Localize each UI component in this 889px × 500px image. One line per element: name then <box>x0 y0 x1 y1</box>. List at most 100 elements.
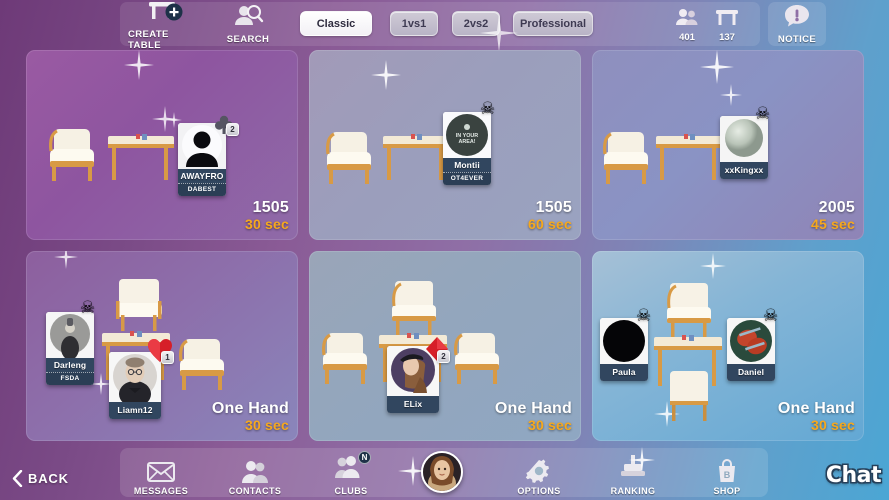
clubs-badge: N <box>358 451 371 464</box>
back-button[interactable]: BACK <box>12 470 69 487</box>
nav-contacts[interactable]: CONTACTS <box>226 460 284 496</box>
player-seat-badge: 2 <box>226 123 239 136</box>
skull-icon: ☠ <box>480 99 496 118</box>
top-bar: CREATE TABLE SEARCH Classic 1vs1 2vs2 Pr… <box>0 0 889 52</box>
player-card[interactable]: Paula ☠ <box>600 307 651 381</box>
chair <box>454 333 499 384</box>
envelope-icon <box>147 462 175 482</box>
table-mode: One Hand <box>494 400 572 418</box>
chair <box>179 339 224 390</box>
table <box>656 134 722 180</box>
podium-icon <box>621 455 645 476</box>
create-table-label: CREATE TABLE <box>128 28 169 51</box>
sparkle-decoration <box>371 60 401 90</box>
nav-ranking[interactable]: RANKING <box>604 447 662 496</box>
table-info: One Hand 30 sec <box>495 400 572 434</box>
sparkle-decoration <box>152 106 178 132</box>
player-club: DABEST <box>178 183 226 196</box>
player-club: OT4EVER <box>443 172 491 185</box>
filter-1vs1[interactable]: 1vs1 <box>390 11 438 36</box>
player-card[interactable]: AWAYFRO DABEST 2 <box>178 115 239 196</box>
tables-grid: AWAYFRO DABEST 2 1505 30 sec IN YOUR ARE… <box>26 50 864 445</box>
online-players-counter: 401 <box>675 8 699 43</box>
table-mode: 1505 <box>535 199 572 217</box>
player-name: ELix <box>387 396 439 413</box>
nav-messages-label: MESSAGES <box>133 486 189 496</box>
table-plus-icon <box>144 0 186 29</box>
filter-classic[interactable]: Classic <box>300 11 372 36</box>
chair <box>670 371 708 421</box>
player-seat-badge: 2 <box>437 350 450 363</box>
nav-options[interactable]: OPTIONS <box>510 458 568 496</box>
player-name: Liamn12 <box>109 402 161 419</box>
player-card[interactable]: IN YOUR AREA! Montii OT4EVER ☠ <box>443 100 495 185</box>
table-info: 2005 45 sec <box>811 199 855 233</box>
nav-clubs[interactable]: N CLUBS <box>322 451 380 496</box>
nav-contacts-label: CONTACTS <box>228 486 282 496</box>
player-card[interactable]: Darleng FSDA ☠ <box>46 299 95 385</box>
filter-professional[interactable]: Professional <box>513 11 593 36</box>
sparkle-decoration <box>700 253 726 279</box>
nav-shop[interactable]: B SHOP <box>698 458 756 496</box>
notice-label: NOTICE <box>777 34 817 45</box>
table-info: One Hand 30 sec <box>778 400 855 434</box>
player-card[interactable]: Daniel ☠ <box>727 307 778 381</box>
table-time: 60 sec <box>527 216 572 233</box>
nav-messages[interactable]: MESSAGES <box>132 460 190 496</box>
table-time: 30 sec <box>527 417 572 434</box>
player-name: Paula <box>600 364 648 381</box>
table-info: 1505 60 sec <box>528 199 572 233</box>
search-label: SEARCH <box>226 34 270 45</box>
chair <box>116 279 162 331</box>
table-icon <box>714 8 740 31</box>
profile-avatar[interactable] <box>421 451 463 493</box>
table-card[interactable]: AWAYFRO DABEST 2 1505 30 sec <box>26 50 298 240</box>
chevron-left-icon <box>12 470 23 487</box>
sparkle-decoration <box>700 50 734 84</box>
player-card[interactable]: xxKingxx ☠ <box>720 105 770 179</box>
table-time: 30 sec <box>244 216 289 233</box>
skull-icon: ☠ <box>80 298 96 317</box>
player-card[interactable]: ELix 2 <box>387 337 450 413</box>
table <box>108 134 174 180</box>
player-name: Montii <box>443 158 491 172</box>
svg-text:AREA!: AREA! <box>458 139 475 145</box>
top-bar-panel <box>120 2 760 46</box>
sparkle-decoration <box>124 50 154 80</box>
sparkle-decoration <box>720 84 742 106</box>
people-icon <box>242 461 268 483</box>
chat-button[interactable]: Chat <box>825 463 882 488</box>
skull-icon: ☠ <box>755 104 771 123</box>
chair <box>322 333 367 384</box>
create-table-button[interactable]: CREATE TABLE <box>128 0 202 51</box>
skull-icon: ☠ <box>763 306 779 325</box>
player-avatar: IN YOUR AREA! <box>443 112 491 158</box>
filter-2vs2[interactable]: 2vs2 <box>452 11 500 36</box>
table-time: 30 sec <box>244 417 289 434</box>
table-card[interactable]: Darleng FSDA ☠ Liamn12 1 One Hand 30 sec <box>26 251 298 441</box>
chair <box>49 129 94 181</box>
player-club: FSDA <box>46 372 94 385</box>
chair <box>667 283 711 337</box>
table-card[interactable]: Paula ☠ Daniel ☠ One Hand 30 sec <box>592 251 864 441</box>
table-card[interactable]: xxKingxx ☠ 2005 45 sec <box>592 50 864 240</box>
search-button[interactable]: SEARCH <box>220 3 276 45</box>
chat-label: Chat <box>825 463 882 488</box>
nav-clubs-label: CLUBS <box>334 486 368 496</box>
open-tables-counter: 137 <box>714 8 740 43</box>
table-time: 45 sec <box>810 216 855 233</box>
bottom-bar: BACK MESSAGES CONTACTS N CLUBS OPTIONS R… <box>0 445 889 500</box>
notice-button[interactable]: NOTICE <box>772 3 822 45</box>
open-tables-count: 137 <box>719 32 735 43</box>
nav-shop-label: SHOP <box>713 486 741 496</box>
table-mode: 2005 <box>818 199 855 217</box>
player-name: xxKingxx <box>720 162 768 179</box>
sparkle-decoration <box>54 251 78 269</box>
player-card[interactable]: Liamn12 1 <box>109 339 174 419</box>
table-mode: One Hand <box>777 400 855 418</box>
chair <box>392 281 436 335</box>
chair <box>603 132 648 184</box>
table-card[interactable]: ELix 2 One Hand 30 sec <box>309 251 581 441</box>
table-card[interactable]: IN YOUR AREA! Montii OT4EVER ☠ 1505 60 s… <box>309 50 581 240</box>
shopping-bag-icon: B <box>719 459 735 482</box>
